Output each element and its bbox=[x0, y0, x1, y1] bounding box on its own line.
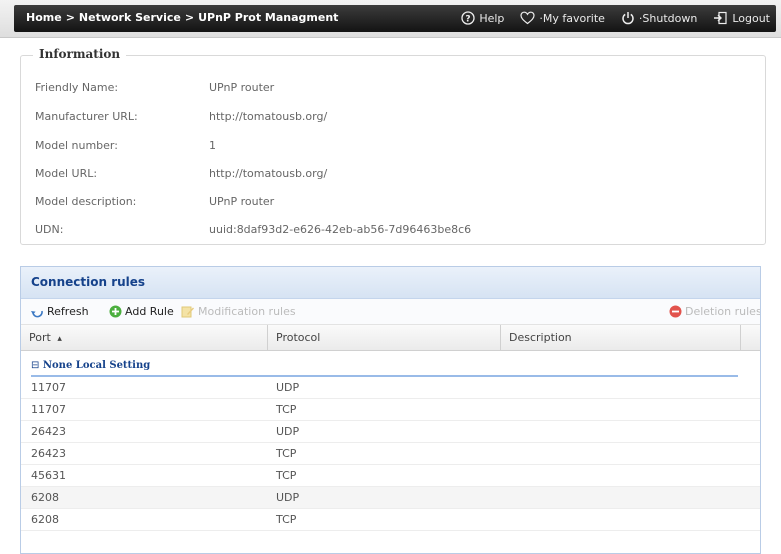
port-cell: 11707 bbox=[31, 381, 66, 394]
protocol-cell: TCP bbox=[276, 447, 297, 460]
model-number-row: Model number: 1 bbox=[35, 139, 735, 155]
model-url-row: Model URL: http://tomatousb.org/ bbox=[35, 167, 735, 183]
heart-icon bbox=[520, 11, 535, 25]
breadcrumb-network-service[interactable]: Network Service bbox=[79, 11, 181, 24]
logout-link[interactable]: Logout bbox=[713, 11, 770, 25]
shutdown-label: Shutdown bbox=[642, 11, 698, 25]
shutdown-link[interactable]: · Shutdown bbox=[621, 11, 697, 25]
protocol-header-label: Protocol bbox=[276, 331, 321, 344]
protocol-cell: UDP bbox=[276, 491, 300, 504]
breadcrumb-separator: > bbox=[65, 11, 75, 24]
column-header-description[interactable]: Description bbox=[501, 325, 741, 351]
protocol-cell: TCP bbox=[276, 513, 297, 526]
port-cell: 6208 bbox=[31, 491, 59, 504]
udn-value: uuid:8daf93d2-e626-42eb-ab56-7d96463be8c… bbox=[209, 223, 472, 236]
grid-header: Port ▴ Protocol Description bbox=[21, 325, 760, 351]
port-cell: 11707 bbox=[31, 403, 66, 416]
information-panel: Information Friendly Name: UPnP router M… bbox=[20, 47, 766, 245]
top-header: Home > Network Service > UPnP Prot Managment… bbox=[0, 0, 781, 38]
model-number-value: 1 bbox=[209, 139, 216, 152]
connection-rules-title: Connection rules bbox=[21, 267, 760, 299]
logout-label: Logout bbox=[732, 11, 770, 25]
protocol-cell: TCP bbox=[276, 469, 297, 482]
information-title: Information bbox=[33, 47, 127, 61]
group-name: None Local Setting bbox=[42, 360, 151, 371]
model-url-value: http://tomatousb.org/ bbox=[209, 167, 328, 180]
port-cell: 6208 bbox=[31, 513, 59, 526]
add-icon bbox=[109, 305, 122, 318]
table-row[interactable]: 11707 UDP bbox=[21, 377, 760, 399]
help-label: Help bbox=[479, 11, 505, 25]
manufacturer-url-row: Manufacturer URL: http://tomatousb.org/ bbox=[35, 110, 735, 126]
model-description-label: Model description: bbox=[35, 195, 137, 208]
group-header[interactable]: ⊟ None Local Setting bbox=[21, 351, 760, 377]
column-header-port[interactable]: Port ▴ bbox=[21, 325, 268, 351]
manufacturer-url-label: Manufacturer URL: bbox=[35, 110, 138, 123]
port-cell: 26423 bbox=[31, 447, 66, 460]
svg-text:?: ? bbox=[466, 15, 471, 25]
refresh-label: Refresh bbox=[47, 305, 89, 318]
rules-toolbar: Refresh Add Rule Modification rules Dele… bbox=[21, 299, 760, 325]
model-description-row: Model description: UPnP router bbox=[35, 195, 735, 211]
friendly-name-label: Friendly Name: bbox=[35, 81, 119, 94]
model-description-value: UPnP router bbox=[209, 195, 275, 208]
model-url-label: Model URL: bbox=[35, 167, 98, 180]
delete-rule-button[interactable]: Deletion rules bbox=[669, 305, 761, 318]
add-rule-label: Add Rule bbox=[125, 305, 174, 318]
manufacturer-url-value: http://tomatousb.org/ bbox=[209, 110, 328, 123]
table-row[interactable]: 26423 TCP bbox=[21, 443, 760, 465]
table-row[interactable]: 6208 UDP bbox=[21, 487, 760, 509]
table-row[interactable]: 11707 TCP bbox=[21, 399, 760, 421]
protocol-cell: UDP bbox=[276, 381, 300, 394]
power-icon bbox=[622, 12, 634, 25]
edit-icon bbox=[181, 306, 194, 318]
breadcrumb-separator: > bbox=[184, 11, 195, 24]
refresh-button[interactable]: Refresh bbox=[31, 305, 89, 318]
table-row[interactable]: 6208 TCP bbox=[21, 509, 760, 531]
group-label: ⊟ None Local Setting bbox=[31, 360, 150, 371]
table-row[interactable]: 26423 UDP bbox=[21, 421, 760, 443]
breadcrumb-home[interactable]: Home bbox=[26, 11, 62, 24]
udn-row: UDN: uuid:8daf93d2-e626-42eb-ab56-7d9646… bbox=[35, 223, 735, 239]
description-header-label: Description bbox=[509, 331, 572, 344]
connection-rules-panel: Connection rules Refresh Add Rule Modifi… bbox=[20, 266, 761, 554]
port-header-label: Port bbox=[29, 331, 51, 344]
sort-ascending-icon: ▴ bbox=[57, 334, 62, 344]
udn-label: UDN: bbox=[35, 223, 64, 236]
column-header-protocol[interactable]: Protocol bbox=[268, 325, 501, 351]
refresh-icon bbox=[31, 310, 43, 317]
table-row[interactable]: 45631 TCP bbox=[21, 465, 760, 487]
modify-rule-label: Modification rules bbox=[198, 305, 296, 318]
protocol-cell: UDP bbox=[276, 425, 300, 438]
my-favorite-link[interactable]: · My favorite bbox=[520, 11, 605, 25]
header-links: ? Help · My favorite · Shutdown Logout bbox=[445, 11, 770, 25]
my-favorite-label: My favorite bbox=[542, 11, 605, 25]
friendly-name-row: Friendly Name: UPnP router bbox=[35, 81, 735, 97]
delete-icon bbox=[669, 305, 682, 318]
port-cell: 45631 bbox=[31, 469, 66, 482]
logout-icon bbox=[714, 11, 727, 25]
delete-rule-label: Deletion rules bbox=[685, 305, 761, 318]
breadcrumb-bar: Home > Network Service > UPnP Prot Managment… bbox=[14, 5, 776, 32]
collapse-icon[interactable]: ⊟ bbox=[31, 360, 39, 371]
breadcrumb: Home > Network Service > UPnP Prot Managment bbox=[26, 11, 338, 24]
port-cell: 26423 bbox=[31, 425, 66, 438]
add-rule-button[interactable]: Add Rule bbox=[109, 305, 174, 318]
help-icon: ? bbox=[461, 11, 475, 25]
help-link[interactable]: ? Help bbox=[461, 11, 504, 25]
rules-table-body: 11707 UDP 11707 TCP 26423 UDP 26423 TCP 45631 TCP… bbox=[21, 377, 760, 531]
breadcrumb-current-page: UPnP Prot Managment bbox=[198, 11, 339, 24]
model-number-label: Model number: bbox=[35, 139, 118, 152]
protocol-cell: TCP bbox=[276, 403, 297, 416]
modify-rule-button[interactable]: Modification rules bbox=[181, 305, 296, 318]
friendly-name-value: UPnP router bbox=[209, 81, 275, 94]
